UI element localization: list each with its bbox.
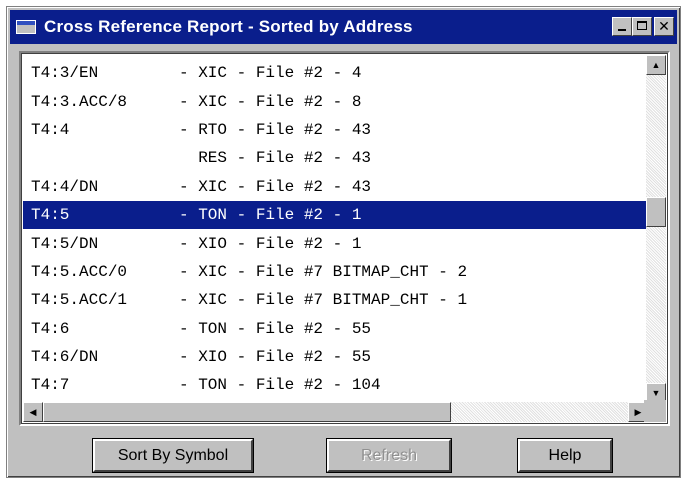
list-item[interactable]: T4:5.ACC/0 - XIC - File #7 BITMAP_CHT - 2 — [23, 258, 647, 286]
list-item[interactable]: T4:6 - TON - File #2 - 55 — [23, 315, 647, 343]
vertical-scrollbar[interactable]: ▲ ▼ — [646, 55, 666, 403]
close-button[interactable]: ✕ — [654, 17, 674, 36]
row-reference: - XIC - File #2 - 4 — [179, 64, 362, 83]
list-item[interactable]: T4:5 - TON - File #2 - 1 — [23, 200, 647, 230]
row-reference: - TON - File #2 - 55 — [179, 319, 372, 338]
sort-by-symbol-button[interactable]: Sort By Symbol — [92, 438, 254, 473]
horizontal-scrollbar[interactable]: ◀ ▶ — [23, 402, 648, 422]
list-item[interactable]: T4:7 - TON - File #2 - 104 — [23, 371, 647, 399]
help-button[interactable]: Help — [517, 438, 613, 473]
row-reference: - XIC - File #2 - 43 — [179, 177, 372, 196]
scrollbar-corner — [644, 400, 666, 422]
window-controls: ✕ — [612, 17, 674, 36]
refresh-button[interactable]: Refresh — [326, 438, 452, 473]
maximize-button[interactable] — [632, 17, 652, 36]
horizontal-scroll-thumb[interactable] — [43, 402, 451, 422]
row-reference: - XIC - File #7 BITMAP_CHT - 1 — [179, 291, 468, 310]
list-item[interactable]: T4:6/DN - XIO - File #2 - 55 — [23, 343, 647, 371]
arrow-left-icon: ◀ — [29, 406, 37, 417]
list-item[interactable]: RES - File #2 - 43 — [23, 144, 647, 172]
arrow-down-icon: ▼ — [651, 388, 661, 398]
app-window-icon — [16, 20, 36, 34]
row-address: T4:7 — [31, 376, 70, 395]
row-reference: - XIC - File #7 BITMAP_CHT - 2 — [179, 262, 468, 281]
arrow-up-icon: ▲ — [651, 60, 661, 70]
arrow-right-icon: ▶ — [634, 406, 642, 417]
minimize-icon — [618, 29, 626, 31]
row-address: T4:3/EN — [31, 64, 99, 83]
minimize-button[interactable] — [612, 17, 632, 36]
row-address: T4:5 — [31, 206, 70, 225]
row-address: T4:3.ACC/8 — [31, 92, 128, 111]
title-bar[interactable]: Cross Reference Report - Sorted by Addre… — [10, 10, 677, 44]
row-reference: RES - File #2 - 43 — [179, 149, 372, 168]
row-address: T4:4/DN — [31, 177, 99, 196]
window-title: Cross Reference Report - Sorted by Addre… — [44, 17, 413, 36]
row-reference: - XIC - File #2 - 8 — [179, 92, 362, 111]
row-reference: - XIO - File #2 - 55 — [179, 348, 372, 367]
scroll-left-button[interactable]: ◀ — [23, 402, 43, 422]
row-address: T4:6/DN — [31, 348, 99, 367]
list-item[interactable]: T4:3.ACC/8 - XIC - File #2 - 8 — [23, 87, 647, 115]
list-item[interactable]: T4:3/EN - XIC - File #2 - 4 — [23, 59, 647, 87]
list-item[interactable]: T4:5/DN - XIO - File #2 - 1 — [23, 229, 647, 257]
close-icon: ✕ — [658, 18, 670, 35]
list-item[interactable]: T4:5.ACC/1 - XIC - File #7 BITMAP_CHT - 1 — [23, 286, 647, 314]
row-reference: - XIO - File #2 - 1 — [179, 234, 362, 253]
row-reference: - RTO - File #2 - 43 — [179, 120, 372, 139]
list-rows: T4:3/EN - XIC - File #2 - 4 T4:3.ACC/8 - XI… — [23, 59, 647, 400]
list-item[interactable]: T4:4 - RTO - File #2 - 43 — [23, 116, 647, 144]
row-reference: - TON - File #2 - 1 — [179, 206, 362, 225]
row-address: T4:5.ACC/0 — [31, 262, 128, 281]
row-address: T4:4 — [31, 120, 70, 139]
row-address: T4:5/DN — [31, 234, 99, 253]
cross-reference-window: Cross Reference Report - Sorted by Addre… — [6, 6, 681, 478]
list-item[interactable]: T4:4/DN - XIC - File #2 - 43 — [23, 173, 647, 201]
row-address: T4:6 — [31, 319, 70, 338]
scroll-up-button[interactable]: ▲ — [646, 55, 666, 75]
row-address: T4:5.ACC/1 — [31, 291, 128, 310]
maximize-icon — [637, 21, 647, 30]
row-reference: - TON - File #2 - 104 — [179, 376, 381, 395]
vertical-scroll-thumb[interactable] — [646, 197, 666, 227]
cross-reference-list[interactable]: T4:3/EN - XIC - File #2 - 4 T4:3.ACC/8 - XI… — [19, 51, 670, 426]
